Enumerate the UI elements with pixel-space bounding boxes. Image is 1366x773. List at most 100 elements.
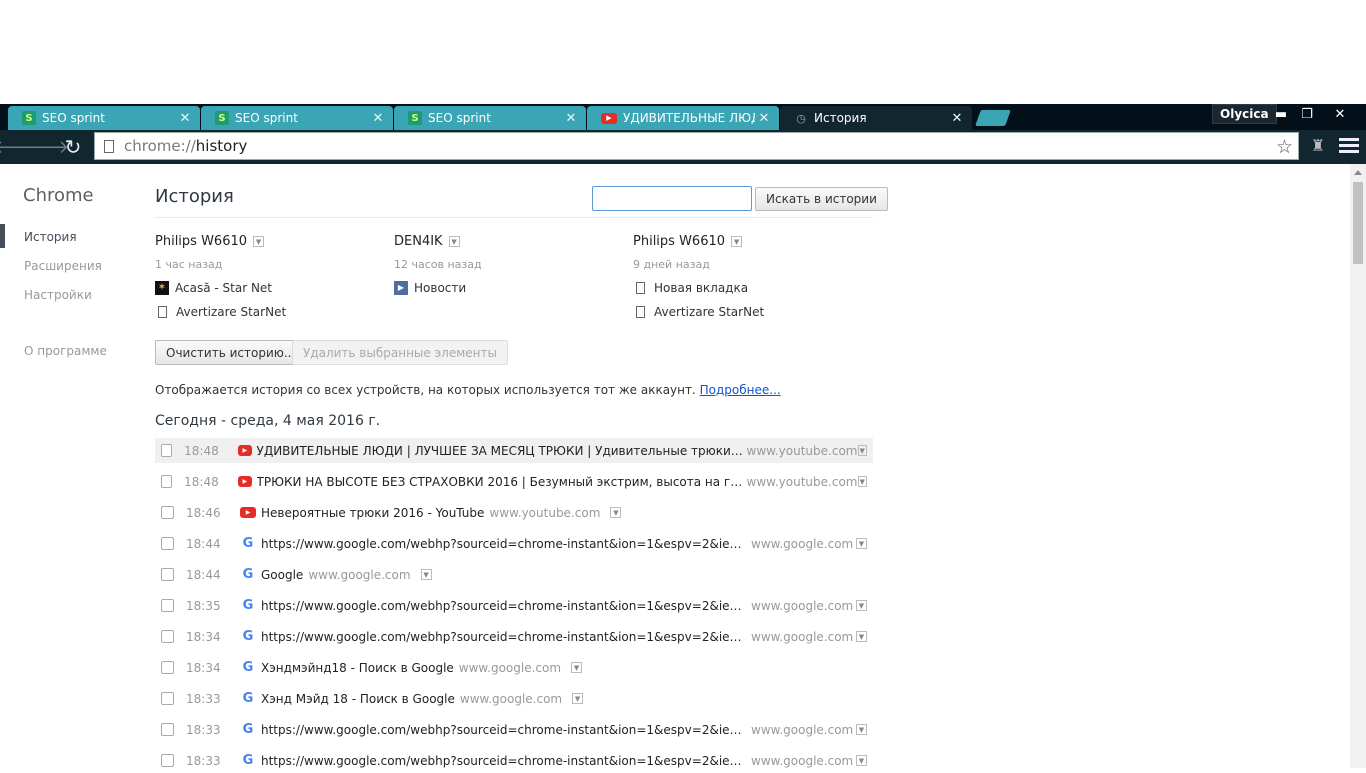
- scrollbar[interactable]: [1350, 164, 1366, 768]
- history-entry-row[interactable]: 18:35 Ghttps://www.google.com/webhp?sourc…: [155, 593, 873, 618]
- entry-title[interactable]: Хэндмэйнд18 - Поиск в Google: [261, 661, 454, 675]
- entry-title[interactable]: Google: [261, 568, 303, 582]
- entry-title[interactable]: УДИВИТЕЛЬНЫЕ ЛЮДИ | ЛУЧШЕЕ ЗА МЕСЯЦ ТРЮК…: [257, 444, 747, 458]
- entry-title[interactable]: https://www.google.com/webhp?sourceid=ch…: [261, 723, 751, 737]
- chevron-down-icon[interactable]: ▼: [571, 662, 583, 673]
- entry-time: 18:44: [186, 536, 221, 551]
- bookmark-star-icon[interactable]: ☆: [1276, 136, 1293, 158]
- history-entry-row[interactable]: 18:33 G Хэнд Мэйд 18 - Поиск в Google www.g…: [155, 686, 873, 711]
- device-entry[interactable]: Новая вкладка: [633, 280, 853, 295]
- device-entry[interactable]: Avertizare StarNet: [155, 304, 375, 319]
- restore-icon[interactable]: ❐: [1294, 104, 1320, 124]
- history-entry-row[interactable]: 18:46 ▶ Невероятные трюки 2016 - YouTube ww…: [155, 500, 873, 525]
- history-entry-row[interactable]: 18:33 Ghttps://www.google.com/webhp?sourc…: [155, 717, 873, 742]
- forward-arrow-icon[interactable]: 🡒: [21, 133, 69, 161]
- entry-domain: www.google.com: [751, 722, 854, 737]
- chevron-down-icon[interactable]: ▼: [856, 600, 867, 611]
- device-entry[interactable]: Avertizare StarNet: [633, 304, 853, 319]
- entry-title[interactable]: ТРЮКИ НА ВЫСОТЕ БЕЗ СТРАХОВКИ 2016 | Без…: [257, 475, 747, 489]
- history-entry-row[interactable]: 18:33 Ghttps://www.google.com/webhp?sourc…: [155, 748, 873, 773]
- chevron-down-icon[interactable]: ▼: [857, 476, 867, 487]
- close-tab-icon[interactable]: ✕: [755, 111, 773, 126]
- new-tab-button[interactable]: [975, 110, 1011, 126]
- sidebar-item-extensions[interactable]: Расширения: [24, 259, 102, 273]
- learn-more-link[interactable]: Подробнее...: [700, 383, 781, 397]
- sidebar-item-history[interactable]: История: [24, 230, 77, 244]
- entry-domain: www.google.com: [751, 598, 854, 613]
- sidebar-item-settings[interactable]: Настройки: [24, 288, 92, 302]
- history-entry-row[interactable]: 18:48 ▶ ТРЮКИ НА ВЫСОТЕ БЕЗ СТРАХОВКИ 2016…: [155, 469, 873, 494]
- entry-domain: www.google.com: [308, 567, 411, 582]
- reload-icon[interactable]: ↻: [59, 133, 87, 161]
- tab-strip: S SEO sprint ✕ S SEO sprint ✕ S SEO spri…: [0, 104, 1366, 130]
- chevron-down-icon[interactable]: ▼: [856, 755, 867, 766]
- search-history-button[interactable]: Искать в истории: [755, 187, 888, 211]
- entry-title[interactable]: Хэнд Мэйд 18 - Поиск в Google: [261, 692, 455, 706]
- entry-title[interactable]: Невероятные трюки 2016 - YouTube: [261, 506, 484, 520]
- chevron-down-icon[interactable]: ▼: [857, 445, 867, 456]
- entry-checkbox[interactable]: [161, 444, 173, 457]
- chevron-down-icon[interactable]: ▼: [420, 569, 432, 580]
- tab-history[interactable]: ◷ История ✕: [780, 106, 972, 130]
- device-entry[interactable]: ✶ Acasă - Star Net: [155, 280, 375, 295]
- entry-checkbox[interactable]: [161, 630, 174, 643]
- chevron-down-icon[interactable]: ▼: [856, 538, 867, 549]
- search-input[interactable]: [592, 186, 752, 211]
- minimize-icon[interactable]: ▬: [1268, 104, 1294, 124]
- device-entry[interactable]: ▶ Новости: [394, 280, 614, 295]
- chevron-down-icon[interactable]: ▼: [253, 236, 265, 247]
- sync-info-text: Отображается история со всех устройств, …: [155, 383, 781, 397]
- chevron-down-icon[interactable]: ▼: [572, 693, 584, 704]
- history-entry-row[interactable]: 18:44 Ghttps://www.google.com/webhp?sourc…: [155, 531, 873, 556]
- entry-title[interactable]: https://www.google.com/webhp?sourceid=ch…: [261, 599, 751, 613]
- tab-seo-sprint-1[interactable]: S SEO sprint ✕: [8, 106, 200, 130]
- tab-youtube[interactable]: ▶ УДИВИТЕЛЬНЫЕ ЛЮДИ | ✕: [587, 106, 779, 130]
- clear-history-button[interactable]: Очистить историю...: [155, 340, 307, 365]
- entry-checkbox[interactable]: [161, 475, 173, 488]
- history-entry-row[interactable]: 18:48 ▶ УДИВИТЕЛЬНЫЕ ЛЮДИ | ЛУЧШЕЕ ЗА МЕСЯ…: [155, 438, 873, 463]
- entry-checkbox[interactable]: [161, 754, 174, 767]
- close-tab-icon[interactable]: ✕: [948, 111, 966, 126]
- chrome-menu-icon[interactable]: [1339, 138, 1359, 156]
- scroll-up-icon[interactable]: [1354, 170, 1362, 175]
- youtube-icon: ▶: [238, 445, 252, 456]
- history-entry-row[interactable]: 18:34 G Хэндмэйнд18 - Поиск в Google www.go…: [155, 655, 873, 680]
- close-tab-icon[interactable]: ✕: [369, 111, 387, 126]
- tab-seo-sprint-3[interactable]: S SEO sprint ✕: [394, 106, 586, 130]
- entry-checkbox[interactable]: [161, 661, 174, 674]
- youtube-icon: ▶: [601, 112, 617, 124]
- history-entry-row[interactable]: 18:34 Ghttps://www.google.com/webhp?sourc…: [155, 624, 873, 649]
- entry-title: Acasă - Star Net: [175, 280, 273, 295]
- chevron-down-icon[interactable]: ▼: [448, 236, 460, 247]
- tab-label: История: [814, 111, 867, 125]
- sidebar-item-about[interactable]: О программе: [24, 344, 107, 358]
- entry-title[interactable]: https://www.google.com/webhp?sourceid=ch…: [261, 754, 751, 768]
- scrollbar-thumb[interactable]: [1353, 182, 1363, 264]
- close-window-icon[interactable]: ✕: [1327, 104, 1353, 124]
- entry-checkbox[interactable]: [161, 599, 174, 612]
- entry-title[interactable]: https://www.google.com/webhp?sourceid=ch…: [261, 630, 751, 644]
- chevron-down-icon[interactable]: ▼: [610, 507, 622, 518]
- entry-checkbox[interactable]: [161, 537, 174, 550]
- entry-checkbox[interactable]: [161, 568, 174, 581]
- delete-selected-button[interactable]: Удалить выбранные элементы: [292, 340, 508, 365]
- history-entry-row[interactable]: 18:44 G Google www.google.com ▼: [155, 562, 873, 587]
- close-tab-icon[interactable]: ✕: [562, 111, 580, 126]
- starnet-icon: ✶: [155, 280, 169, 295]
- profile-button[interactable]: Olycica: [1212, 104, 1277, 124]
- chevron-down-icon[interactable]: ▼: [856, 631, 867, 642]
- entry-checkbox[interactable]: [161, 506, 174, 519]
- address-bar[interactable]: chrome:// history: [94, 132, 1299, 160]
- entry-title[interactable]: https://www.google.com/webhp?sourceid=ch…: [261, 537, 751, 551]
- entry-domain: www.google.com: [751, 629, 854, 644]
- page-icon: [104, 139, 114, 153]
- close-tab-icon[interactable]: ✕: [176, 111, 194, 126]
- seo-sprint-icon: S: [215, 111, 229, 125]
- chevron-down-icon[interactable]: ▼: [856, 724, 867, 735]
- entry-checkbox[interactable]: [161, 692, 174, 705]
- chevron-down-icon[interactable]: ▼: [731, 236, 743, 247]
- entry-checkbox[interactable]: [161, 723, 174, 736]
- google-icon: G: [242, 629, 254, 644]
- tab-seo-sprint-2[interactable]: S SEO sprint ✕: [201, 106, 393, 130]
- extension-icon[interactable]: ♜: [1308, 136, 1328, 158]
